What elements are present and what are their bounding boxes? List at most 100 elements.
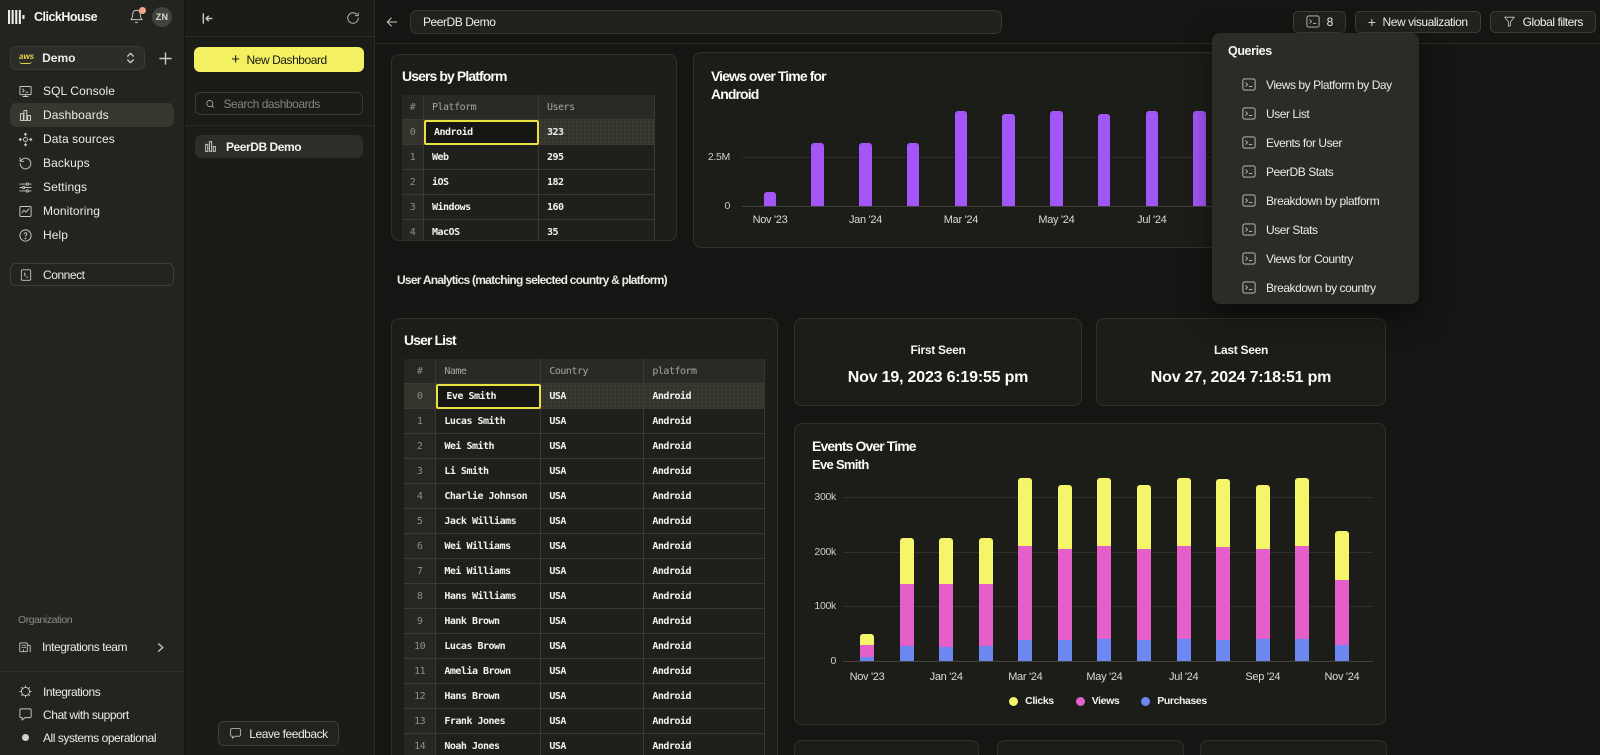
table-cell[interactable]: iOS <box>424 170 539 195</box>
bar-segment-views[interactable] <box>979 584 993 646</box>
table-cell[interactable]: 35 <box>539 220 655 241</box>
bar-segment-purchases[interactable] <box>1335 645 1349 661</box>
row-index-cell[interactable]: 1 <box>402 145 424 170</box>
global-filters-button[interactable]: Global filters <box>1490 11 1596 33</box>
table-cell[interactable]: Noah Jones <box>436 734 541 755</box>
table-cell[interactable]: USA <box>541 384 644 409</box>
table-cell[interactable]: USA <box>541 434 644 459</box>
bar-segment-purchases[interactable] <box>979 646 993 661</box>
table-cell[interactable]: Web <box>424 145 539 170</box>
query-item-breakdown-by-platform[interactable]: Breakdown by platform <box>1228 186 1419 215</box>
leave-feedback-button[interactable]: Leave feedback <box>218 721 339 746</box>
table-cell[interactable]: Lucas Smith <box>436 409 541 434</box>
bar-segment-views[interactable] <box>939 584 953 647</box>
bar-segment-purchases[interactable] <box>939 647 953 661</box>
table-cell[interactable]: Eve Smith <box>436 384 541 409</box>
table-cell[interactable]: Android <box>644 609 765 634</box>
bar[interactable] <box>1146 111 1159 206</box>
bar[interactable] <box>859 143 872 206</box>
sidebar-item-settings[interactable]: Settings <box>10 175 174 199</box>
refresh-button[interactable] <box>346 11 360 25</box>
row-index-cell[interactable]: 8 <box>404 584 436 609</box>
new-dashboard-button[interactable]: + New Dashboard <box>194 47 364 72</box>
bar-segment-clicks[interactable] <box>979 538 993 584</box>
bar-segment-clicks[interactable] <box>1256 485 1270 550</box>
row-index-cell[interactable]: 4 <box>404 484 436 509</box>
table-cell[interactable]: 182 <box>539 170 655 195</box>
legend-item-views[interactable]: Views <box>1076 695 1120 707</box>
sidebar-item-sql-console[interactable]: SQL Console <box>10 79 174 103</box>
row-index-cell[interactable]: 5 <box>404 509 436 534</box>
bar-segment-views[interactable] <box>1058 549 1072 640</box>
bar[interactable] <box>764 192 777 206</box>
notifications-bell[interactable] <box>129 9 144 24</box>
table-cell[interactable]: Android <box>644 459 765 484</box>
table-cell[interactable]: Hans Brown <box>436 684 541 709</box>
bar-segment-views[interactable] <box>1177 546 1191 638</box>
bar-segment-clicks[interactable] <box>860 634 874 645</box>
column-header[interactable]: platform <box>644 359 765 384</box>
add-service-button[interactable] <box>159 52 172 65</box>
query-item-events-for-user[interactable]: Events for User <box>1228 128 1419 157</box>
table-cell[interactable]: USA <box>541 709 644 734</box>
table-cell[interactable]: USA <box>541 609 644 634</box>
bar[interactable] <box>907 143 920 206</box>
table-cell[interactable]: Android <box>644 659 765 684</box>
table-cell[interactable]: Hans Williams <box>436 584 541 609</box>
bar-segment-purchases[interactable] <box>1177 639 1191 661</box>
row-index-cell[interactable]: 9 <box>404 609 436 634</box>
row-index-cell[interactable]: 1 <box>404 409 436 434</box>
row-index-cell[interactable]: 6 <box>404 534 436 559</box>
bar-segment-clicks[interactable] <box>939 538 953 584</box>
bar-segment-purchases[interactable] <box>1018 640 1032 661</box>
table-cell[interactable]: Android <box>644 684 765 709</box>
table-cell[interactable]: USA <box>541 684 644 709</box>
table-cell[interactable]: 295 <box>539 145 655 170</box>
bar-segment-clicks[interactable] <box>1216 479 1230 547</box>
bar[interactable] <box>955 111 968 206</box>
sidebar-item-integrations[interactable]: Integrations <box>10 680 174 703</box>
sidebar-item-integrations-team[interactable]: Integrations team <box>10 635 174 659</box>
table-cell[interactable]: MacOS <box>424 220 539 241</box>
column-header[interactable]: # <box>402 95 424 120</box>
collapse-panel-button[interactable] <box>201 12 214 25</box>
table-cell[interactable]: Android <box>644 534 765 559</box>
table-cell[interactable]: Android <box>644 634 765 659</box>
table-cell[interactable]: Android <box>644 734 765 755</box>
bar-segment-clicks[interactable] <box>1018 478 1032 546</box>
row-index-cell[interactable]: 3 <box>402 195 424 220</box>
column-header[interactable]: Users <box>539 95 655 120</box>
table-cell[interactable]: USA <box>541 734 644 755</box>
bar-segment-clicks[interactable] <box>1058 485 1072 550</box>
table-cell[interactable]: Wei Williams <box>436 534 541 559</box>
table-cell[interactable]: Android <box>644 484 765 509</box>
table-cell[interactable]: Jack Williams <box>436 509 541 534</box>
table-cell[interactable]: Mei Williams <box>436 559 541 584</box>
dashboard-list-item[interactable]: PeerDB Demo <box>195 135 363 158</box>
bar[interactable] <box>1002 114 1015 206</box>
bar-segment-purchases[interactable] <box>860 657 874 661</box>
bar-segment-views[interactable] <box>1295 546 1309 639</box>
row-index-cell[interactable]: 4 <box>402 220 424 241</box>
column-header[interactable]: # <box>404 359 436 384</box>
query-item-user-stats[interactable]: User Stats <box>1228 215 1419 244</box>
row-index-cell[interactable]: 0 <box>402 120 424 145</box>
table-cell[interactable]: Windows <box>424 195 539 220</box>
sidebar-item-monitoring[interactable]: Monitoring <box>10 199 174 223</box>
row-index-cell[interactable]: 11 <box>404 659 436 684</box>
table-cell[interactable]: Wei Smith <box>436 434 541 459</box>
row-index-cell[interactable]: 2 <box>402 170 424 195</box>
query-item-peerdb-stats[interactable]: PeerDB Stats <box>1228 157 1419 186</box>
bar-segment-clicks[interactable] <box>1177 478 1191 546</box>
bar-segment-purchases[interactable] <box>900 646 914 661</box>
query-item-user-list[interactable]: User List <box>1228 99 1419 128</box>
row-index-cell[interactable]: 2 <box>404 434 436 459</box>
bar[interactable] <box>1098 114 1111 206</box>
new-visualization-button[interactable]: + New visualization <box>1355 11 1481 33</box>
bar-segment-views[interactable] <box>860 645 874 657</box>
column-header[interactable]: Platform <box>424 95 539 120</box>
bar-segment-views[interactable] <box>1097 546 1111 639</box>
table-cell[interactable]: USA <box>541 659 644 684</box>
row-index-cell[interactable]: 12 <box>404 684 436 709</box>
sidebar-item-backups[interactable]: Backups <box>10 151 174 175</box>
